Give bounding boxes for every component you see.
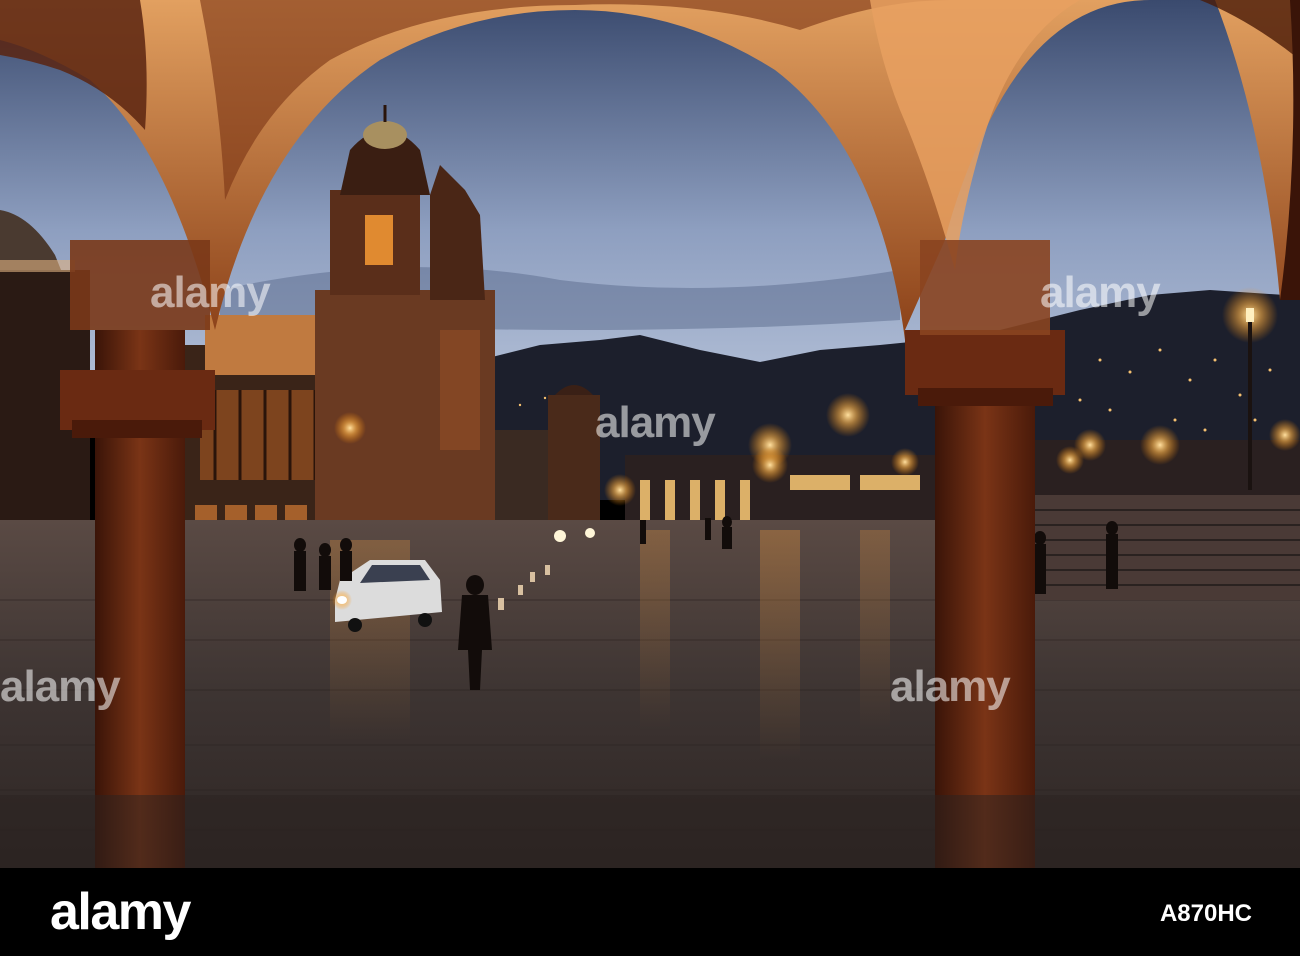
- right-column: [935, 380, 1035, 868]
- church-wall: [205, 315, 320, 375]
- cupola-dome: [363, 121, 407, 149]
- reflection-lamp: [760, 530, 800, 760]
- night-plaza-scene: [0, 0, 1300, 868]
- footer-bar: alamy A870HC: [0, 868, 1300, 956]
- photo: alamy alamy alamy alamy alamy: [0, 0, 1300, 868]
- car-headlight: [554, 530, 566, 542]
- image-id: A870HC: [1159, 900, 1252, 927]
- distant-church: [548, 395, 600, 520]
- right-capital: [905, 330, 1065, 395]
- bell-window: [365, 215, 393, 265]
- footer-logo[interactable]: alamy: [50, 882, 191, 942]
